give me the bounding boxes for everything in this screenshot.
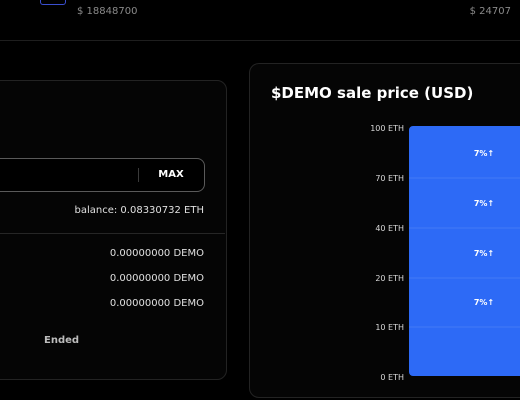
- y-tick-label: 70 ETH: [375, 174, 404, 183]
- page: $ 18848700 $ 24707 MAX balance: 0.083307…: [0, 0, 520, 400]
- bar-percent-label: 7%↑: [474, 199, 494, 208]
- price-bar: [409, 126, 520, 376]
- y-tick-label: 0 ETH: [380, 373, 404, 382]
- bar-percent-label: 7%↑: [474, 149, 494, 158]
- price-chart: 100 ETH 70 ETH 40 ETH 20 ETH 10 ETH 0 ETH 7%↑…: [370, 124, 520, 382]
- y-tick-label: 40 ETH: [375, 224, 404, 233]
- y-axis-ticks: 100 ETH 70 ETH 40 ETH 20 ETH 10 ETH 0 ETH: [370, 124, 404, 382]
- y-tick-label: 10 ETH: [375, 323, 404, 332]
- bar-percent-label: 7%↑: [474, 298, 494, 307]
- bar-percent-label: 7%↑: [474, 249, 494, 258]
- y-tick-label: 20 ETH: [375, 274, 404, 283]
- y-tick-label: 100 ETH: [370, 124, 404, 133]
